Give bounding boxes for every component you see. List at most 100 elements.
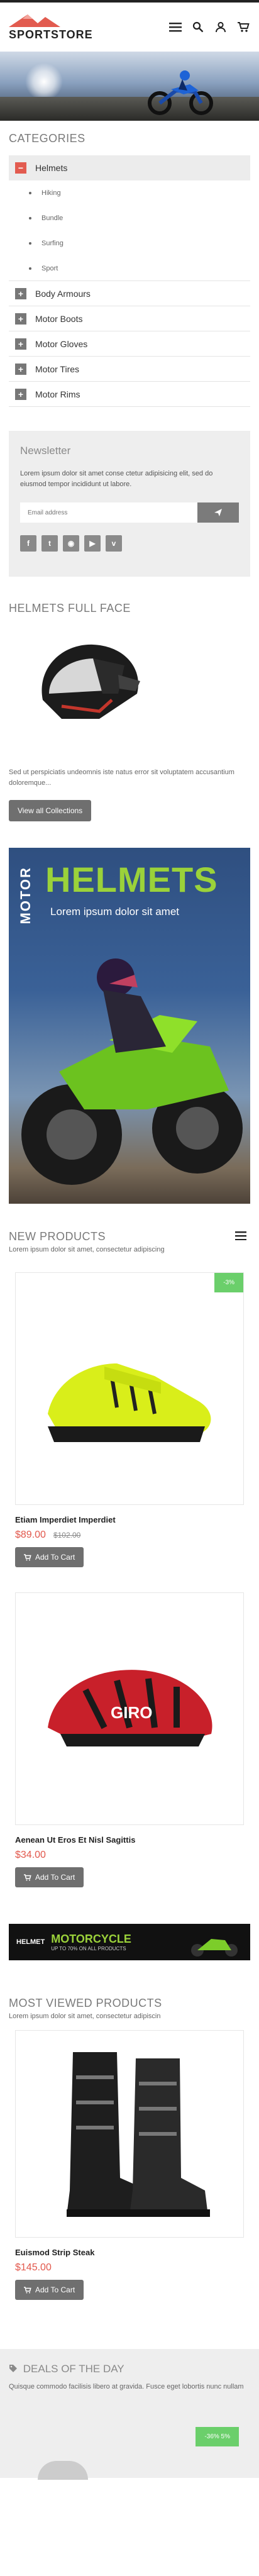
ground <box>0 97 259 121</box>
cart-icon <box>24 2286 31 2293</box>
newsletter-title: Newsletter <box>20 445 71 457</box>
mountain-logo-icon <box>9 14 60 27</box>
add-to-cart-label: Add To Cart <box>35 2285 75 2294</box>
most-viewed-section: MOST VIEWED PRODUCTS Lorem ipsum dolor s… <box>0 1960 259 2020</box>
deals-title: DEALS OF THE DAY <box>23 2363 124 2375</box>
category-helmets[interactable]: − Helmets <box>9 155 250 180</box>
deals-text: Quisque commodo facilisis libero at grav… <box>9 2383 244 2390</box>
category-motor-boots[interactable]: + Motor Boots <box>9 306 250 331</box>
svg-text:GIRO: GIRO <box>111 1703 152 1722</box>
product-name[interactable]: Etiam Imperdiet Imperdiet <box>15 1515 244 1524</box>
menu-icon[interactable] <box>235 1231 246 1243</box>
section-title: NEW PRODUCTS <box>9 1230 106 1243</box>
cart-icon[interactable] <box>236 20 250 34</box>
strip-headline: MOTORCYCLE <box>51 1933 131 1945</box>
product-name[interactable]: Euismod Strip Steak <box>15 2248 244 2257</box>
subcategory-item[interactable]: Sport <box>9 256 250 281</box>
social-links: f t ◉ ▶ v <box>20 535 239 552</box>
price-current: $145.00 <box>15 2262 52 2273</box>
vimeo-icon[interactable]: v <box>106 535 122 552</box>
hero-banner[interactable] <box>0 52 259 121</box>
cart-icon <box>24 1553 31 1560</box>
subcategory-item[interactable]: Bundle <box>9 206 250 231</box>
add-to-cart-button[interactable]: Add To Cart <box>15 1547 84 1567</box>
banner-vertical-text: MOTOR <box>18 867 33 924</box>
motor-boots-image <box>67 2052 210 2217</box>
add-to-cart-label: Add To Cart <box>35 1553 75 1562</box>
motor-helmets-banner[interactable]: MOTOR HELMETS Lorem ipsum dolor sit amet <box>9 848 250 1204</box>
bullet-icon <box>29 217 31 219</box>
category-motor-tires[interactable]: + Motor Tires <box>9 357 250 382</box>
section-subtitle: Lorem ipsum dolor sit amet, consectetur … <box>9 1246 165 1253</box>
price-current: $34.00 <box>15 1850 46 1860</box>
facebook-icon[interactable]: f <box>20 535 36 552</box>
subcategory-label: Hiking <box>41 189 61 197</box>
product-card[interactable] <box>15 2030 244 2238</box>
newsletter-text: Lorem ipsum dolor sit amet conse ctetur … <box>20 470 213 488</box>
motocross-rider-image <box>148 70 213 115</box>
email-field[interactable] <box>20 502 197 523</box>
sun-glow <box>25 63 63 101</box>
motorcycle-thumbnail <box>191 1939 238 1957</box>
section-title: MOST VIEWED PRODUCTS <box>9 1997 162 2009</box>
user-icon[interactable] <box>214 20 228 34</box>
search-icon[interactable] <box>191 20 205 34</box>
subscribe-button[interactable] <box>197 502 239 523</box>
red-bike-helmet-image: GIRO <box>48 1670 212 1746</box>
category-label: Motor Boots <box>35 313 83 324</box>
rss-icon[interactable]: ◉ <box>63 535 79 552</box>
add-to-cart-button[interactable]: Add To Cart <box>15 1867 84 1887</box>
yellow-shoe-image <box>48 1363 211 1442</box>
cart-icon <box>24 1874 31 1880</box>
subcategory-label: Sport <box>41 264 58 272</box>
bullet-icon <box>29 242 31 245</box>
category-motor-rims[interactable]: + Motor Rims <box>9 382 250 407</box>
expand-icon[interactable]: + <box>15 313 26 325</box>
product-name[interactable]: Aenean Ut Eros Et Nisl Sagittis <box>15 1835 244 1845</box>
green-motorcycle-image <box>21 958 243 1185</box>
section-subtitle: Lorem ipsum dolor sit amet, consectetur … <box>9 2012 161 2020</box>
site-header: SPORTSTORE <box>0 3 259 52</box>
expand-icon[interactable]: + <box>15 363 26 375</box>
categories-title: CATEGORIES <box>9 132 85 145</box>
strip-label: HELMET <box>16 1938 45 1946</box>
price-current: $89.00 <box>15 1530 46 1540</box>
discount-badge: -3% <box>214 1273 243 1292</box>
twitter-icon[interactable]: t <box>41 535 58 552</box>
subcategory-item[interactable]: Surfing <box>9 231 250 256</box>
category-label: Motor Gloves <box>35 338 88 349</box>
brand-name: SPORTSTORE <box>9 28 93 41</box>
subcategory-label: Surfing <box>41 240 63 247</box>
send-icon <box>214 509 222 516</box>
collapse-icon[interactable]: − <box>15 162 26 174</box>
helmet-image[interactable] <box>9 615 250 753</box>
expand-icon[interactable]: + <box>15 287 26 299</box>
category-motor-gloves[interactable]: + Motor Gloves <box>9 331 250 357</box>
product-price: $145.00 <box>15 2262 244 2273</box>
product-card[interactable]: -3% <box>15 1272 244 1505</box>
promo-strip-banner[interactable]: HELMET MOTORCYCLE UP TO 70% ON ALL PRODU… <box>9 1924 250 1960</box>
deal-product-image[interactable] <box>38 2461 88 2480</box>
subcategory-item[interactable]: Hiking <box>9 180 250 206</box>
expand-icon[interactable]: + <box>15 388 26 400</box>
logo[interactable]: SPORTSTORE <box>9 13 93 42</box>
section-title: DEALS OF THE DAY <box>9 2363 250 2375</box>
product-price: $89.00 $102.00 <box>15 1530 244 1541</box>
product-card[interactable]: GIRO <box>15 1592 244 1825</box>
section-text: Sed ut perspiciatis undeomnis iste natus… <box>9 769 234 787</box>
bullet-icon <box>29 267 31 270</box>
helmets-full-face-section: HELMETS FULL FACE Sed ut perspiciatis un… <box>0 577 259 821</box>
youtube-icon[interactable]: ▶ <box>84 535 101 552</box>
full-face-helmet-image <box>41 644 140 719</box>
expand-icon[interactable]: + <box>15 338 26 350</box>
menu-icon[interactable] <box>168 20 182 34</box>
view-all-collections-button[interactable]: View all Collections <box>9 800 92 821</box>
add-to-cart-button[interactable]: Add To Cart <box>15 2280 84 2300</box>
category-label: Motor Rims <box>35 389 80 399</box>
new-products-section: NEW PRODUCTS Lorem ipsum dolor sit amet,… <box>0 1204 259 1253</box>
category-body-armours[interactable]: + Body Armours <box>9 281 250 306</box>
tag-icon <box>9 2365 17 2372</box>
category-label: Helmets <box>35 163 68 173</box>
strip-subtext: UP TO 70% ON ALL PRODUCTS <box>51 1946 126 1951</box>
section-title: HELMETS FULL FACE <box>9 602 131 614</box>
